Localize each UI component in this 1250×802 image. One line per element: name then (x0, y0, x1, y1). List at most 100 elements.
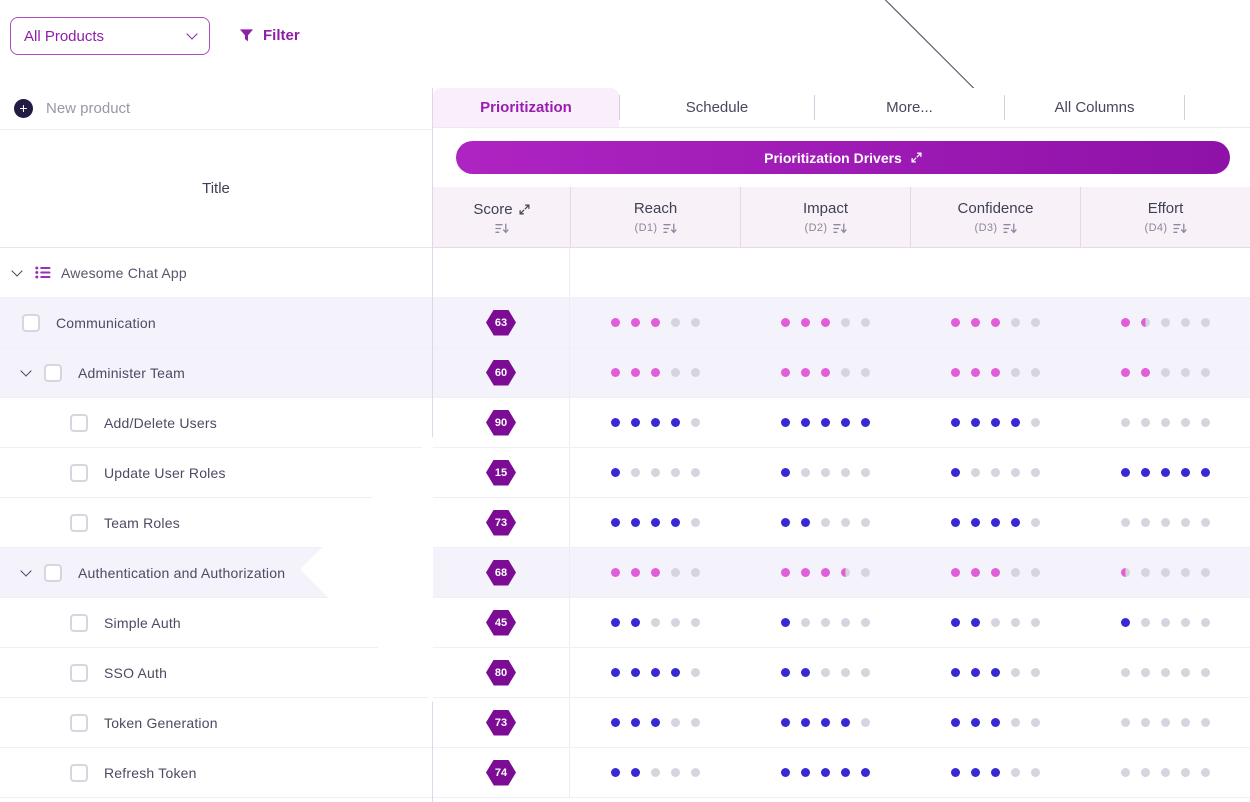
rating-effort[interactable] (1080, 298, 1250, 347)
column-header-score[interactable]: Score (433, 187, 570, 247)
rating-dot[interactable] (970, 768, 980, 777)
tree-row-add-delete-users[interactable]: Add/Delete Users (0, 398, 432, 448)
rating-effort[interactable] (1080, 648, 1250, 697)
rating-dot[interactable] (840, 718, 850, 727)
score-badge[interactable]: 73 (486, 709, 516, 736)
rating-confidence[interactable] (910, 698, 1080, 747)
rating-dot[interactable] (780, 368, 790, 377)
rating-dot[interactable] (840, 618, 850, 627)
column-header-impact[interactable]: Impact (D2) (740, 187, 910, 247)
rating-dot[interactable] (630, 368, 640, 377)
rating-dot[interactable] (860, 618, 870, 627)
column-header-effort[interactable]: Effort (D4) (1080, 187, 1250, 247)
rating-dot[interactable] (990, 518, 1000, 527)
rating-dot[interactable] (860, 768, 870, 777)
rating-dot[interactable] (690, 768, 700, 777)
rating-dot[interactable] (1160, 768, 1170, 777)
rating-dot[interactable] (820, 668, 830, 677)
rating-dot[interactable] (1120, 418, 1130, 427)
rating-dot[interactable] (1010, 768, 1020, 777)
rating-dot[interactable] (950, 668, 960, 677)
rating-dot[interactable] (1010, 318, 1020, 327)
rating-dot[interactable] (690, 668, 700, 677)
rating-dot[interactable] (860, 668, 870, 677)
rating-dot[interactable] (820, 518, 830, 527)
rating-dot[interactable] (780, 318, 790, 327)
tree-row-awesome-chat-app[interactable]: Awesome Chat App (0, 248, 432, 298)
rating-dot[interactable] (1200, 568, 1210, 577)
row-checkbox[interactable] (70, 613, 88, 632)
score-badge[interactable]: 63 (486, 309, 516, 336)
rating-dot[interactable] (1180, 468, 1190, 477)
rating-dot[interactable] (1010, 418, 1020, 427)
rating-dot[interactable] (650, 468, 660, 477)
rating-dot[interactable] (970, 418, 980, 427)
rating-dot[interactable] (800, 418, 810, 427)
rating-dot[interactable] (1120, 718, 1130, 727)
score-badge[interactable]: 74 (486, 759, 516, 786)
rating-dot[interactable] (1160, 318, 1170, 327)
rating-dot[interactable] (690, 368, 700, 377)
rating-dot[interactable] (650, 568, 660, 577)
rating-dot[interactable] (860, 718, 870, 727)
rating-dot[interactable] (1160, 618, 1170, 627)
score-badge[interactable]: 90 (486, 409, 516, 436)
rating-dot[interactable] (800, 518, 810, 527)
row-checkbox[interactable] (70, 413, 88, 432)
rating-dot[interactable] (1180, 518, 1190, 527)
tree-row-token-generation[interactable]: Token Generation (0, 698, 432, 748)
rating-dot[interactable] (1030, 618, 1040, 627)
rating-dot[interactable] (1180, 768, 1190, 777)
rating-impact[interactable] (740, 648, 910, 697)
rating-effort[interactable] (1080, 348, 1250, 397)
row-checkbox[interactable] (22, 313, 40, 332)
rating-dot[interactable] (1140, 318, 1150, 327)
rating-dot[interactable] (860, 318, 870, 327)
rating-dot[interactable] (860, 468, 870, 477)
rating-dot[interactable] (1200, 618, 1210, 627)
row-checkbox[interactable] (70, 713, 88, 732)
rating-dot[interactable] (860, 418, 870, 427)
rating-dot[interactable] (800, 718, 810, 727)
prioritization-drivers-button[interactable]: Prioritization Drivers (456, 141, 1230, 174)
rating-effort[interactable] (1080, 598, 1250, 647)
rating-dot[interactable] (670, 318, 680, 327)
rating-dot[interactable] (1200, 418, 1210, 427)
rating-impact[interactable] (740, 398, 910, 447)
rating-reach[interactable] (570, 748, 740, 797)
tab-more[interactable]: More... (815, 88, 1004, 127)
rating-dot[interactable] (1180, 668, 1190, 677)
rating-reach[interactable] (570, 698, 740, 747)
rating-impact[interactable] (740, 348, 910, 397)
score-badge[interactable]: 73 (486, 509, 516, 536)
rating-confidence[interactable] (910, 398, 1080, 447)
rating-dot[interactable] (860, 518, 870, 527)
rating-impact[interactable] (740, 498, 910, 547)
row-checkbox[interactable] (70, 513, 88, 532)
rating-dot[interactable] (780, 668, 790, 677)
rating-dot[interactable] (690, 468, 700, 477)
rating-dot[interactable] (860, 368, 870, 377)
rating-confidence[interactable] (910, 748, 1080, 797)
rating-dot[interactable] (990, 618, 1000, 627)
rating-dot[interactable] (690, 518, 700, 527)
rating-dot[interactable] (650, 518, 660, 527)
rating-reach[interactable] (570, 348, 740, 397)
rating-dot[interactable] (650, 418, 660, 427)
rating-dot[interactable] (1030, 468, 1040, 477)
rating-dot[interactable] (670, 368, 680, 377)
rating-dot[interactable] (990, 418, 1000, 427)
rating-dot[interactable] (1030, 368, 1040, 377)
tree-row-communication[interactable]: Communication (0, 0, 1250, 802)
rating-dot[interactable] (990, 318, 1000, 327)
product-filter-dropdown[interactable]: All Products (10, 17, 210, 55)
rating-impact[interactable] (740, 698, 910, 747)
rating-dot[interactable] (1200, 768, 1210, 777)
rating-confidence[interactable] (910, 648, 1080, 697)
rating-dot[interactable] (840, 368, 850, 377)
rating-dot[interactable] (800, 668, 810, 677)
rating-dot[interactable] (1160, 468, 1170, 477)
rating-dot[interactable] (610, 318, 620, 327)
rating-dot[interactable] (610, 668, 620, 677)
rating-dot[interactable] (630, 618, 640, 627)
